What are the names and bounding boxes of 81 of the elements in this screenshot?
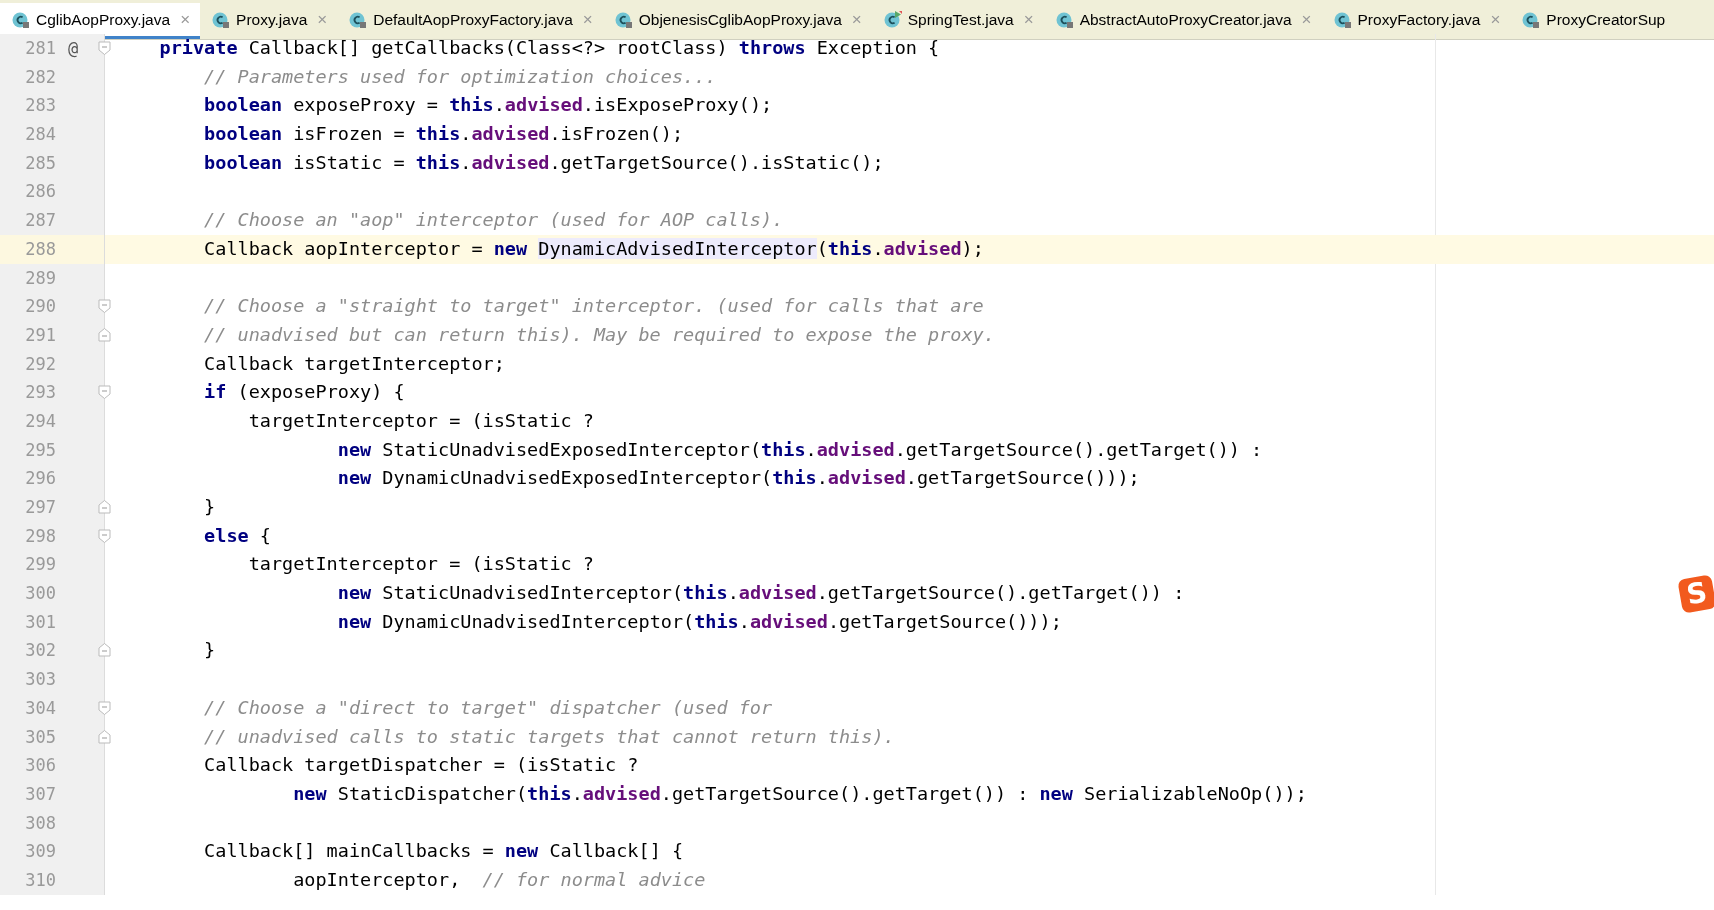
code-line: Callback targetDispatcher = (isStatic ? bbox=[203, 754, 639, 776]
fold-end-icon[interactable] bbox=[98, 327, 111, 342]
code-line: Callback aopInterceptor = new DynamicAdvisedInterceptor(this.advised); bbox=[203, 237, 984, 259]
class-icon bbox=[1055, 10, 1074, 29]
class-icon bbox=[614, 10, 633, 29]
line-number: 307 bbox=[24, 782, 56, 806]
file-tab[interactable]: SpringTest.java × bbox=[871, 3, 1044, 39]
code-line: // Choose a "direct to target" dispatcher (used for bbox=[203, 696, 773, 718]
fold-end-icon[interactable] bbox=[98, 729, 111, 744]
line-number: 309 bbox=[24, 840, 56, 864]
code-line: if (exposeProxy) { bbox=[203, 381, 405, 403]
line-number: 306 bbox=[24, 754, 56, 778]
line-number: 299 bbox=[24, 553, 56, 577]
fold-end-icon[interactable] bbox=[98, 643, 111, 658]
line-number: 284 bbox=[24, 123, 56, 147]
line-number: 290 bbox=[24, 295, 56, 319]
code-line: // unadvised but can return this). May be required to expose the proxy. bbox=[203, 323, 995, 345]
code-line: targetInterceptor = (isStatic ? bbox=[247, 409, 594, 431]
file-tab[interactable]: CglibAopProxy.java × bbox=[0, 3, 201, 39]
code-line: new StaticDispatcher(this.advised.getTargetSource().getTarget()) : new SerializableNoOp()); bbox=[292, 782, 1307, 804]
fold-start-icon[interactable] bbox=[98, 41, 111, 55]
line-number: 305 bbox=[24, 725, 56, 749]
line-number: 286 bbox=[24, 180, 56, 204]
code-line: boolean isFrozen = this.advised.isFrozen(); bbox=[203, 123, 684, 145]
code-line: new StaticUnadvisedExposedInterceptor(this.advised.getTargetSource().getTarget()) : bbox=[336, 438, 1263, 460]
code-line: else { bbox=[203, 524, 271, 546]
line-number: 296 bbox=[24, 467, 56, 491]
runnable-class-icon bbox=[883, 10, 902, 29]
code-line: boolean isStatic = this.advised.getTargetSource().isStatic(); bbox=[203, 151, 884, 173]
code-line: Callback targetInterceptor; bbox=[203, 352, 505, 374]
class-icon bbox=[12, 10, 30, 29]
line-number: 295 bbox=[24, 438, 56, 462]
file-tab[interactable]: ProxyCreatorSup bbox=[1510, 3, 1676, 39]
fold-start-icon[interactable] bbox=[98, 700, 111, 715]
fold-start-icon[interactable] bbox=[98, 299, 111, 314]
line-number: 303 bbox=[24, 668, 56, 692]
code-line: Callback[] mainCallbacks = new Callback[] { bbox=[203, 840, 684, 862]
file-tab[interactable]: ProxyFactory.java × bbox=[1321, 3, 1511, 39]
code-line: // Parameters used for optimization choices... bbox=[203, 65, 717, 87]
line-number: 302 bbox=[24, 639, 56, 663]
code-line: // Choose a "straight to target" interceptor. (used for calls that are bbox=[203, 295, 984, 317]
line-number: 289 bbox=[24, 266, 56, 290]
code-line: // unadvised calls to static targets that cannot return this). bbox=[203, 725, 895, 747]
file-tab[interactable]: ObjenesisCglibAopProxy.java × bbox=[602, 3, 872, 39]
line-number: 282 bbox=[24, 65, 56, 89]
line-number: 298 bbox=[24, 524, 56, 548]
line-number: 301 bbox=[24, 610, 56, 634]
code-line: boolean exposeProxy = this.advised.isExposeProxy(); bbox=[203, 94, 773, 116]
fold-start-icon[interactable] bbox=[98, 385, 111, 400]
line-number: 304 bbox=[24, 696, 56, 720]
line-number: 297 bbox=[24, 496, 56, 519]
code-line: new DynamicUnadvisedExposedInterceptor(this.advised.getTargetSource())); bbox=[336, 467, 1140, 489]
class-icon bbox=[1333, 10, 1352, 29]
class-icon bbox=[212, 10, 231, 29]
code-line: targetInterceptor = (isStatic ? bbox=[247, 553, 594, 575]
line-number: 283 bbox=[24, 94, 56, 118]
fold-start-icon[interactable] bbox=[98, 528, 111, 543]
code-line: } bbox=[203, 496, 216, 517]
line-number: 281 bbox=[24, 37, 56, 60]
line-number: 291 bbox=[24, 323, 56, 347]
code-line: } bbox=[203, 639, 216, 661]
line-number: 300 bbox=[24, 582, 56, 606]
class-icon bbox=[349, 10, 368, 29]
class-icon bbox=[1522, 10, 1541, 29]
line-number: 292 bbox=[24, 352, 56, 376]
line-number: 310 bbox=[24, 868, 56, 892]
file-tab[interactable]: AbstractAutoProxyCreator.java × bbox=[1043, 3, 1322, 39]
line-number: 285 bbox=[24, 151, 56, 175]
file-tab[interactable]: DefaultAopProxyFactory.java × bbox=[337, 3, 603, 39]
fold-end-icon[interactable] bbox=[98, 500, 111, 514]
line-number: 294 bbox=[24, 409, 56, 433]
code-line: new DynamicUnadvisedInterceptor(this.advised.getTargetSource())); bbox=[336, 610, 1062, 632]
line-number: 293 bbox=[24, 381, 56, 405]
code-line: // Choose an "aop" interceptor (used for AOP calls). bbox=[203, 209, 784, 231]
code-line: aopInterceptor, // for normal advice bbox=[292, 868, 706, 890]
file-tab[interactable]: Proxy.java × bbox=[200, 3, 338, 39]
line-number: 308 bbox=[24, 811, 56, 835]
code-line: new StaticUnadvisedInterceptor(this.advised.getTargetSource().getTarget()) : bbox=[336, 582, 1185, 604]
line-number: 287 bbox=[24, 209, 56, 233]
line-number: 288 bbox=[24, 237, 56, 261]
code-line: private Callback[] getCallbacks(Class<?> rootClass) throws Exception { bbox=[158, 37, 940, 58]
